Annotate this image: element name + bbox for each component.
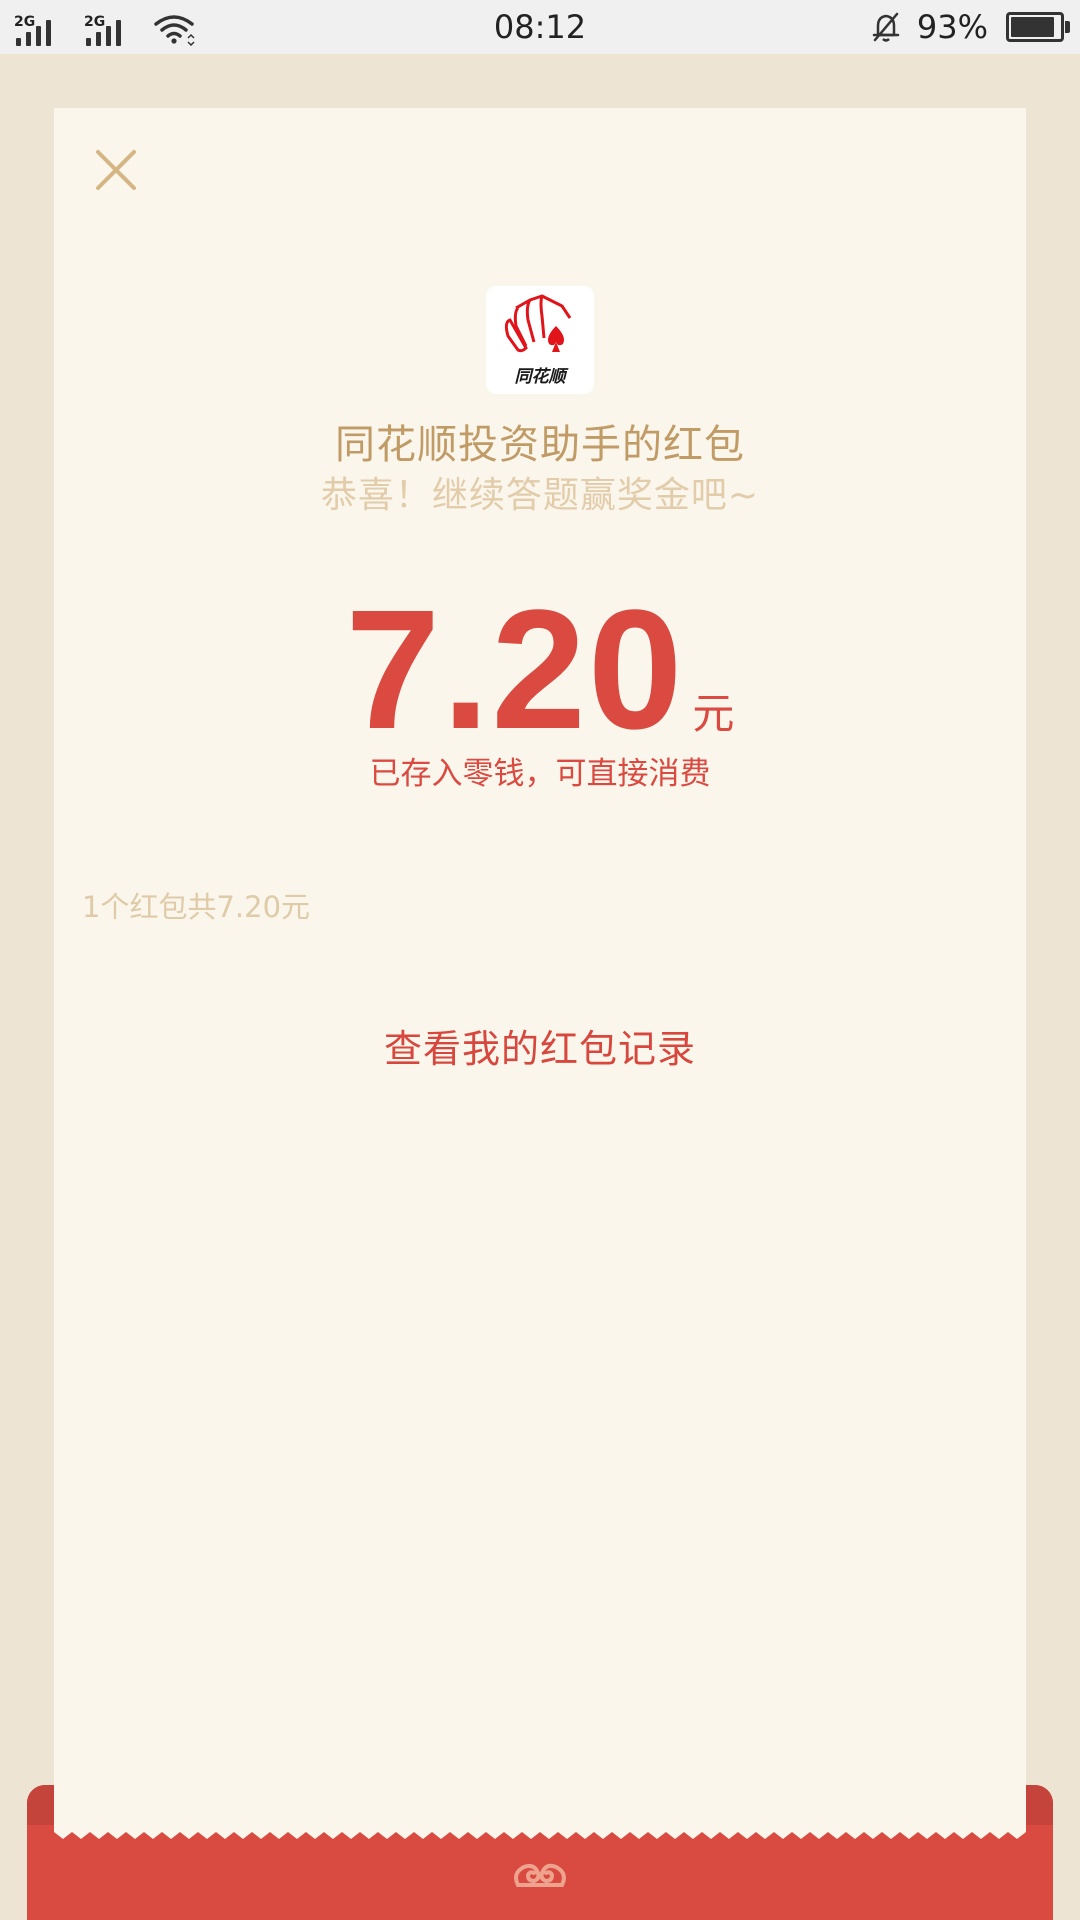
sender-logo: 同花顺 xyxy=(486,286,594,394)
bell-muted-icon xyxy=(872,12,900,42)
battery-percent: 93% xyxy=(916,8,988,46)
cloud-emblem-icon xyxy=(514,1863,566,1887)
battery-fill xyxy=(1011,17,1054,37)
battery-icon xyxy=(1006,12,1070,42)
card-zigzag-edge xyxy=(54,1826,1026,1839)
amount-unit: 元 xyxy=(692,689,735,738)
view-records-link[interactable]: 查看我的红包记录 xyxy=(384,1027,696,1071)
close-icon[interactable] xyxy=(92,146,140,194)
amount-value: 7.20 xyxy=(345,575,685,765)
red-packet-subtitle: 恭喜！继续答题赢奖金吧~ xyxy=(320,475,760,516)
amount-row: 7.20 元 xyxy=(0,572,1080,768)
deposit-note: 已存入零钱，可直接消费 xyxy=(369,756,711,792)
sender-logo-text: 同花顺 xyxy=(514,367,566,387)
tonghuashun-logo xyxy=(504,294,572,353)
records-row: 查看我的红包记录 xyxy=(0,1018,1080,1073)
packet-count-summary: 1个红包共7.20元 xyxy=(82,890,311,924)
status-bar: 2G 2G 08:12 93% xyxy=(0,0,1080,54)
status-bar-right: 93% xyxy=(869,6,1070,48)
red-packet-title: 同花顺投资助手的红包 xyxy=(335,422,745,468)
